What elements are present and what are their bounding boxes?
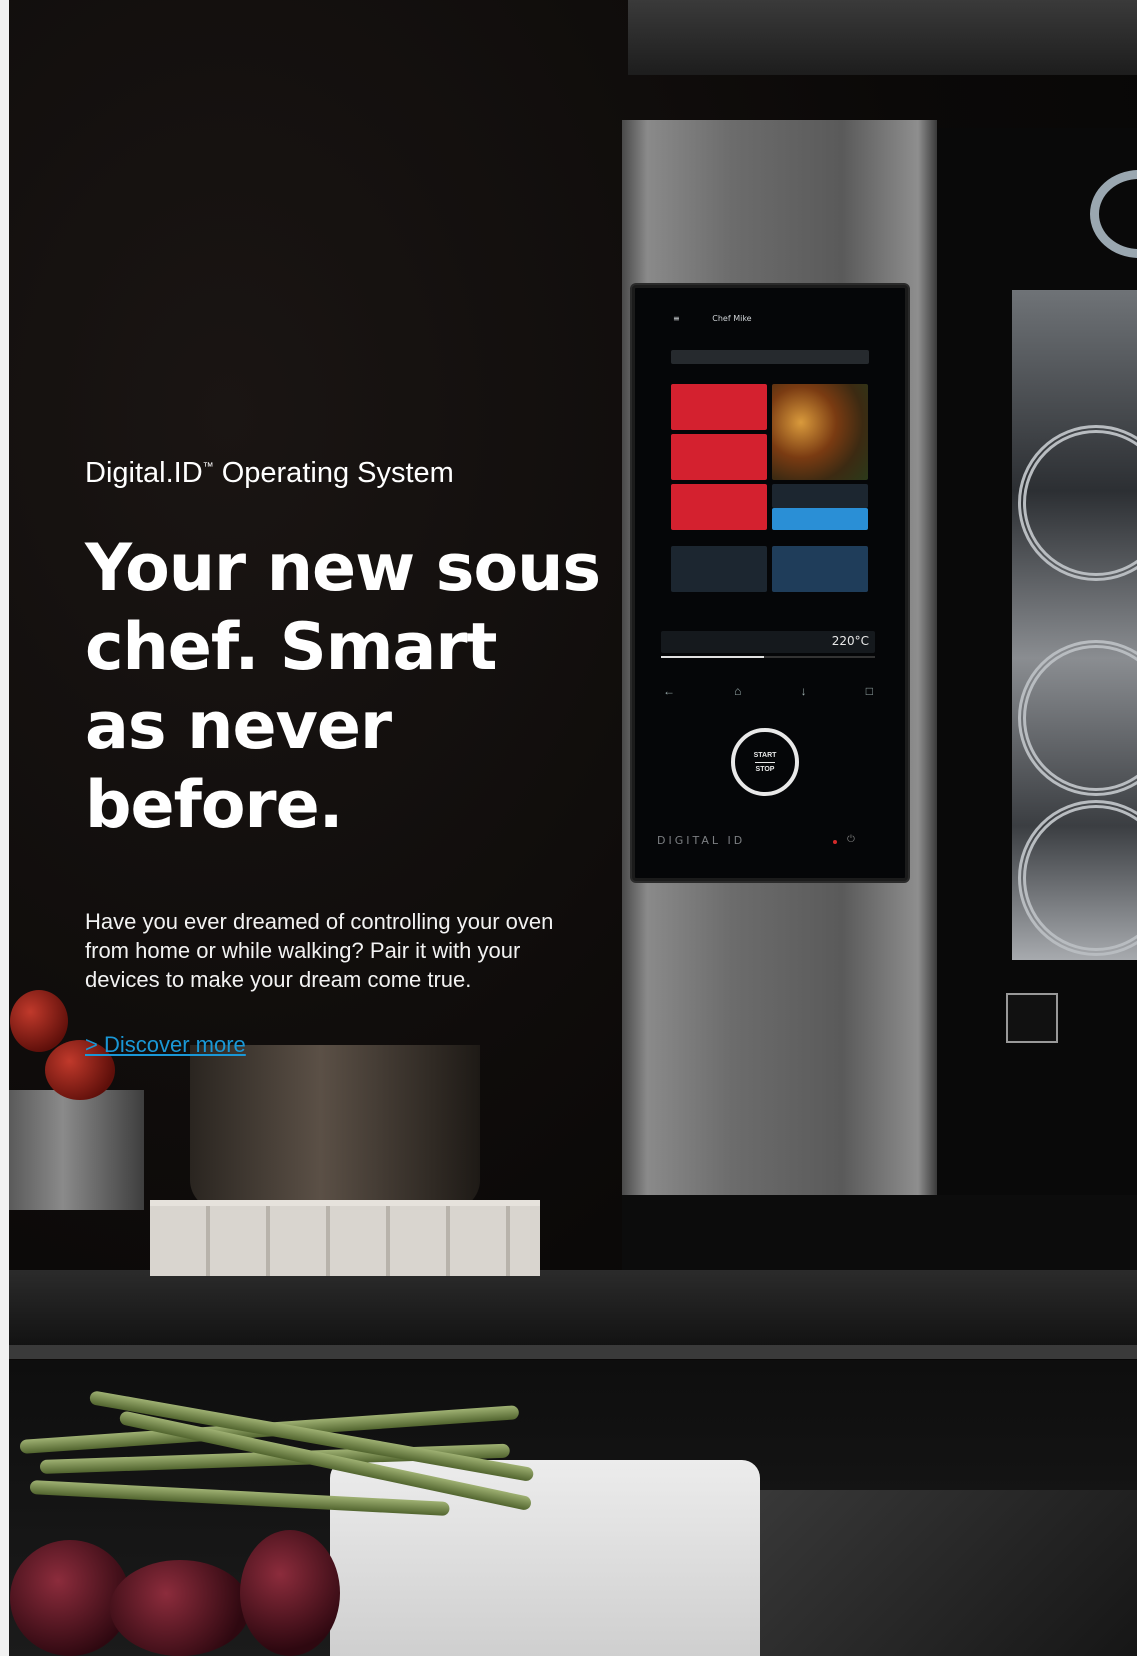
counter-top <box>9 1270 1137 1350</box>
red-onion <box>240 1530 340 1656</box>
eyebrow-brand: Digital.ID <box>85 457 203 489</box>
cooking-pot <box>190 1045 480 1210</box>
stop-label: STOP <box>755 765 775 773</box>
oven-base <box>622 1195 1137 1275</box>
status-led <box>833 840 837 844</box>
steel-table <box>700 1490 1137 1656</box>
temperature-bar: 220°C <box>661 631 875 653</box>
start-stop-button: START STOP <box>731 728 799 796</box>
screen-tile <box>671 546 767 592</box>
steel-pan <box>9 1090 144 1210</box>
eyebrow-title: Digital.ID™ Operating System <box>85 455 645 491</box>
headline-line: chef. Smart <box>85 610 497 685</box>
headline-line: as never before. <box>85 689 392 843</box>
page-edge <box>0 0 9 1656</box>
hero-copy: Digital.ID™ Operating System Your new so… <box>85 455 645 1058</box>
power-icon: ⏻ <box>847 834 855 845</box>
temperature-value: 220°C <box>831 634 869 648</box>
tomato <box>10 990 68 1052</box>
cooking-progress <box>661 656 875 658</box>
cutting-board <box>330 1460 760 1656</box>
screen-nav: ← ⌂ ↓ □ <box>663 684 873 698</box>
energy-star-label <box>1006 993 1058 1043</box>
counter-edge <box>9 1345 1137 1359</box>
discover-more-link[interactable]: > Discover more <box>85 1032 246 1058</box>
kitchen-towel <box>150 1200 540 1276</box>
screen-tile <box>671 484 767 530</box>
user-name: Chef Mike <box>712 314 752 323</box>
headline-line: Your new sous <box>85 531 601 606</box>
eyebrow-suffix: Operating System <box>213 457 454 489</box>
cooking-progress-fill <box>661 656 764 658</box>
red-onion <box>110 1560 250 1656</box>
start-stop-divider <box>755 761 775 763</box>
screen-header: ≡ Chef Mike <box>673 314 873 332</box>
download-icon: ↓ <box>800 684 807 698</box>
oven-touch-screen: ≡ Chef Mike 220°C ← ⌂ ↓ □ START STOP DIG… <box>632 285 908 881</box>
start-label: START <box>753 751 777 759</box>
screen-tile <box>772 546 868 592</box>
screen-photo-tile <box>772 384 868 480</box>
square-icon: □ <box>865 684 873 698</box>
page: ≡ Chef Mike 220°C ← ⌂ ↓ □ START STOP DIG… <box>0 0 1137 1656</box>
screen-search-bar <box>671 350 869 364</box>
screen-tile <box>772 508 868 530</box>
screen-tile <box>772 484 868 508</box>
menu-icon: ≡ <box>673 314 680 323</box>
home-icon: ⌂ <box>734 684 742 698</box>
back-arrow-icon: ← <box>663 684 675 698</box>
screen-tile <box>671 384 767 430</box>
screen-tile <box>671 434 767 480</box>
headline: Your new sous chef. Smart as never befor… <box>85 529 645 845</box>
trademark-symbol: ™ <box>202 461 214 473</box>
oven-top <box>628 0 1137 75</box>
digital-id-logo: DIGITAL ID <box>657 834 746 847</box>
body-text: Have you ever dreamed of controlling you… <box>85 909 554 992</box>
